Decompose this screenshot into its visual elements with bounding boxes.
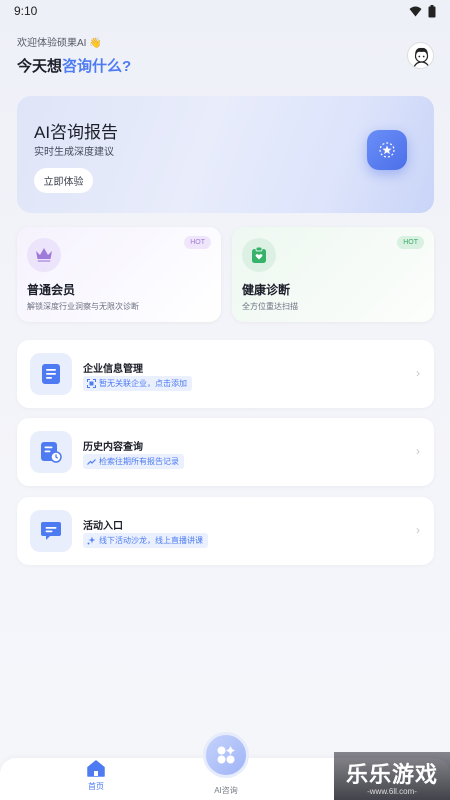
try-now-button[interactable]: 立即体验: [34, 168, 93, 193]
headline-accent: 咨询什么?: [62, 58, 132, 75]
list-title: 历史内容查询: [83, 442, 143, 453]
sparkle-icon: [87, 536, 96, 545]
status-bar: 9:10: [0, 0, 450, 22]
home-icon: [87, 760, 105, 777]
trend-icon: [87, 459, 96, 465]
list-title: 活动入口: [83, 521, 123, 532]
feature-desc: 全方位重达扫描: [242, 302, 298, 311]
watermark-title: 乐乐游戏: [345, 761, 438, 788]
chat-icon: [30, 510, 72, 552]
hot-badge: HOT: [397, 236, 424, 249]
hero-subtitle: 实时生成深度建议: [34, 147, 114, 158]
enterprise-info-card[interactable]: 企业信息管理 暂无关联企业，点击添加 ›: [17, 340, 434, 408]
list-tag: 暂无关联企业，点击添加: [83, 376, 192, 391]
history-doc-icon: [30, 431, 72, 473]
feature-desc: 解锁深度行业洞察与无限次诊断: [27, 302, 139, 311]
status-time: 9:10: [14, 4, 38, 18]
feature-title: 健康诊断: [242, 283, 291, 297]
page-title: 今天想咨询什么?: [17, 55, 131, 76]
headline-prefix: 今天想: [17, 58, 63, 75]
apps-icon: [217, 746, 235, 764]
clipboard-heart-icon: [242, 238, 276, 272]
chevron-right-icon: ›: [416, 523, 420, 537]
activity-entry-card[interactable]: 活动入口 线下活动沙龙，线上直播讲课 ›: [17, 497, 434, 565]
watermark-logo: 乐乐游戏 -www.6ll.com-: [334, 752, 450, 800]
hero-title: AI咨询报告: [34, 123, 119, 142]
ai-report-card[interactable]: AI咨询报告 实时生成深度建议 立即体验: [17, 96, 434, 213]
history-query-card[interactable]: 历史内容查询 检索往期所有报告记录 ›: [17, 418, 434, 486]
list-title: 企业信息管理: [83, 364, 143, 375]
tab-home-label: 首页: [88, 782, 104, 791]
member-card[interactable]: HOT 普通会员 解锁深度行业洞察与无限次诊断: [17, 227, 221, 322]
chevron-right-icon: ›: [416, 366, 420, 380]
crown-icon: [27, 238, 61, 272]
list-tag-text: 暂无关联企业，点击添加: [99, 379, 187, 388]
list-tag-text: 检索往期所有报告记录: [99, 457, 179, 466]
list-tag: 检索往期所有报告记录: [83, 454, 184, 469]
watermark-url: -www.6ll.com-: [367, 786, 417, 796]
ai-consult-button[interactable]: [203, 732, 249, 778]
star-icon: [367, 130, 407, 170]
list-tag: 线下活动沙龙，线上直播讲课: [83, 533, 208, 548]
chevron-right-icon: ›: [416, 444, 420, 458]
avatar[interactable]: [407, 42, 434, 69]
battery-icon: [428, 4, 436, 17]
status-icons: [409, 4, 436, 18]
health-card[interactable]: HOT 健康诊断 全方位重达扫描: [232, 227, 434, 322]
scan-icon: [87, 379, 96, 388]
document-icon: [30, 353, 72, 395]
feature-title: 普通会员: [27, 283, 76, 297]
greeting-text: 欢迎体验硕果AI 👋: [17, 38, 102, 49]
wifi-icon: [409, 6, 422, 16]
hot-badge: HOT: [184, 236, 211, 249]
tab-ai-label[interactable]: AI咨询: [206, 785, 246, 796]
avatar-icon: [412, 47, 431, 68]
list-tag-text: 线下活动沙龙，线上直播讲课: [99, 536, 203, 545]
tab-home[interactable]: 首页: [78, 760, 114, 798]
